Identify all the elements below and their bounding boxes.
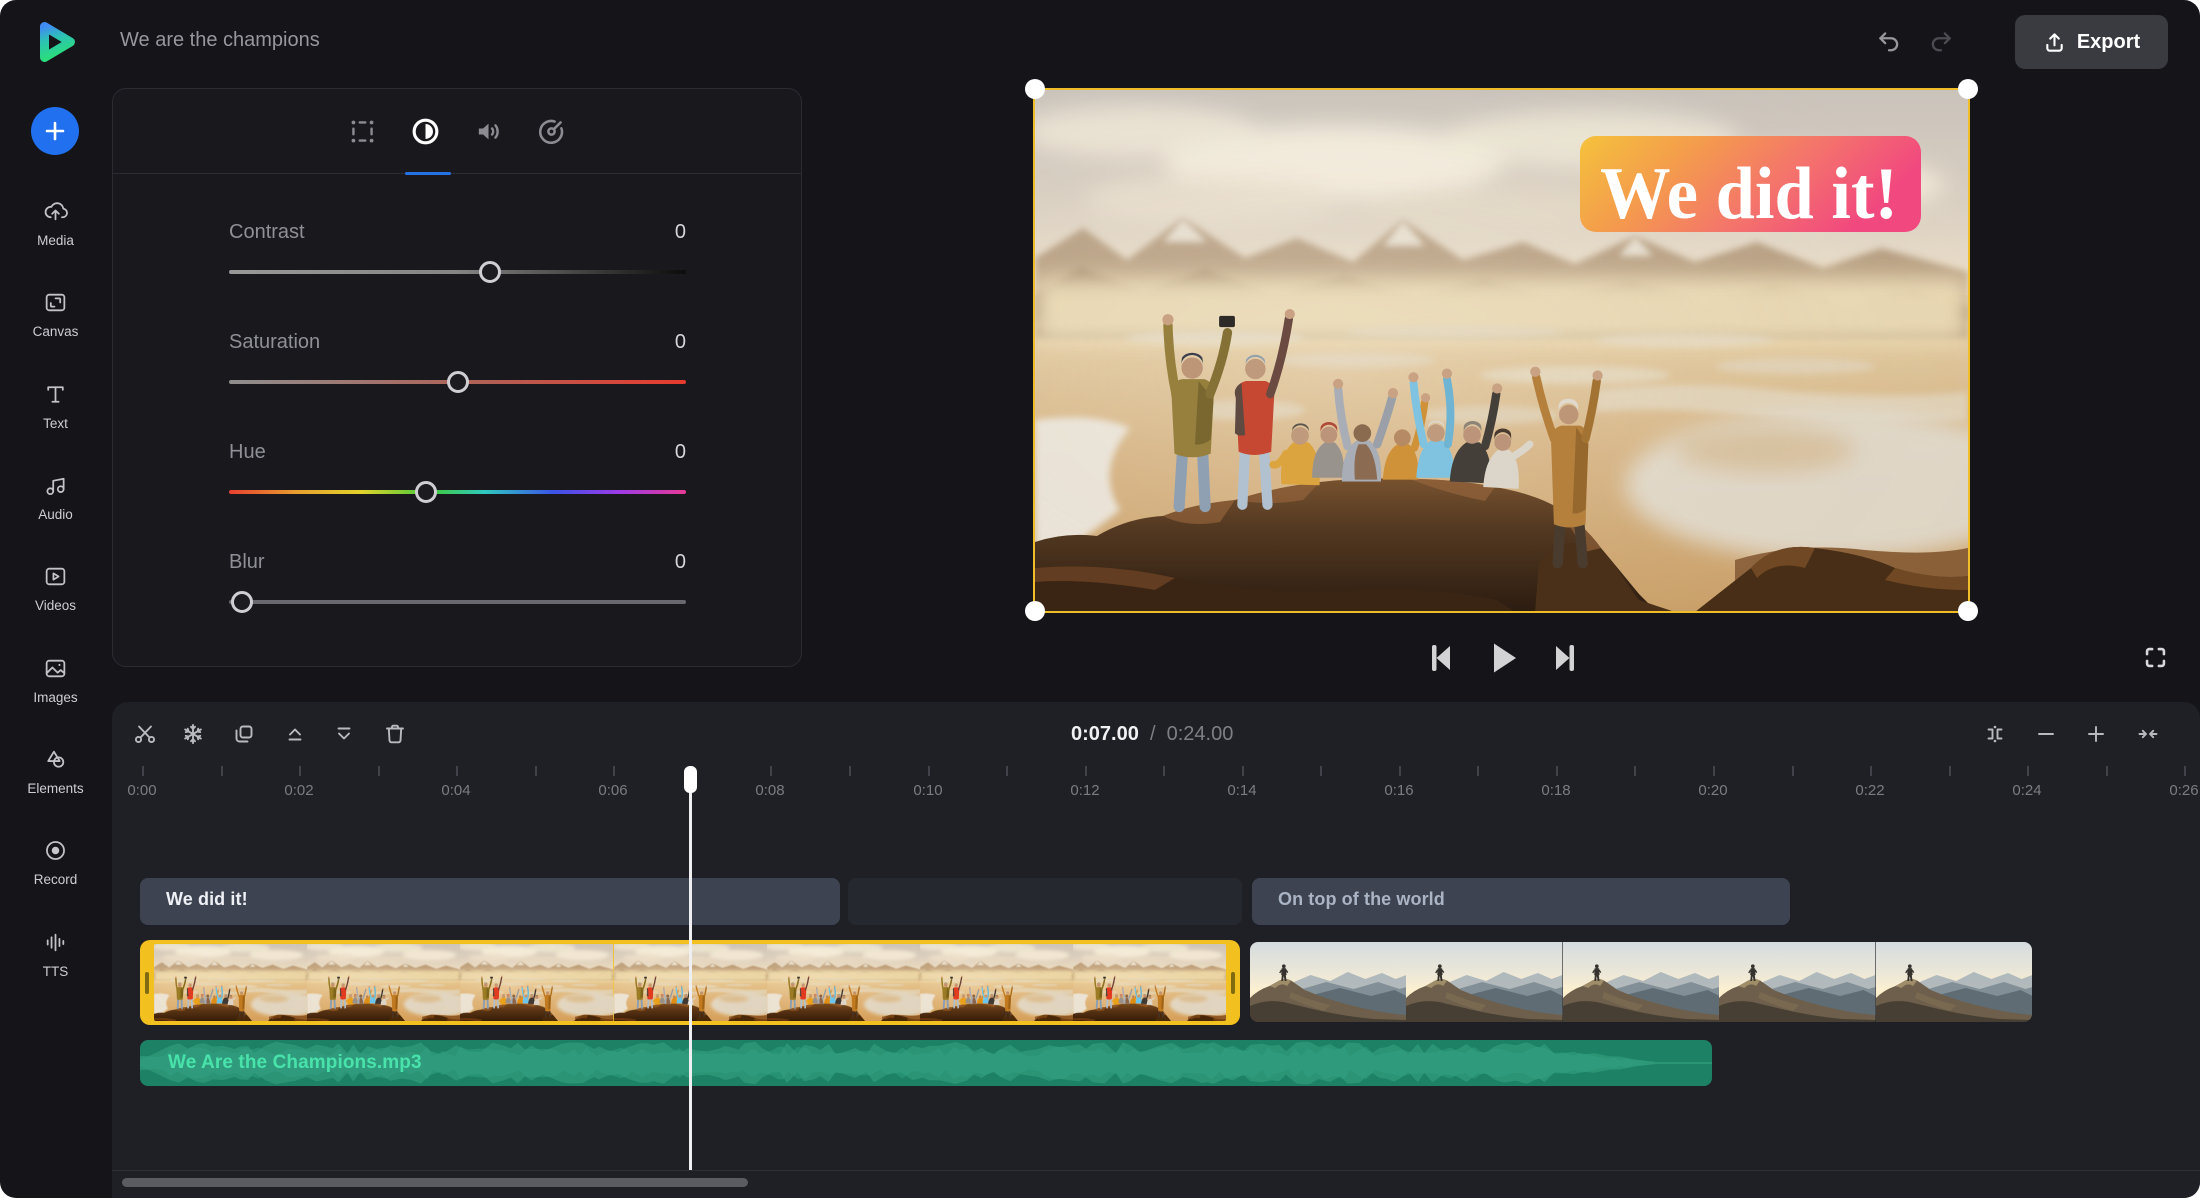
svg-text:We did it!: We did it! bbox=[1600, 153, 1898, 235]
